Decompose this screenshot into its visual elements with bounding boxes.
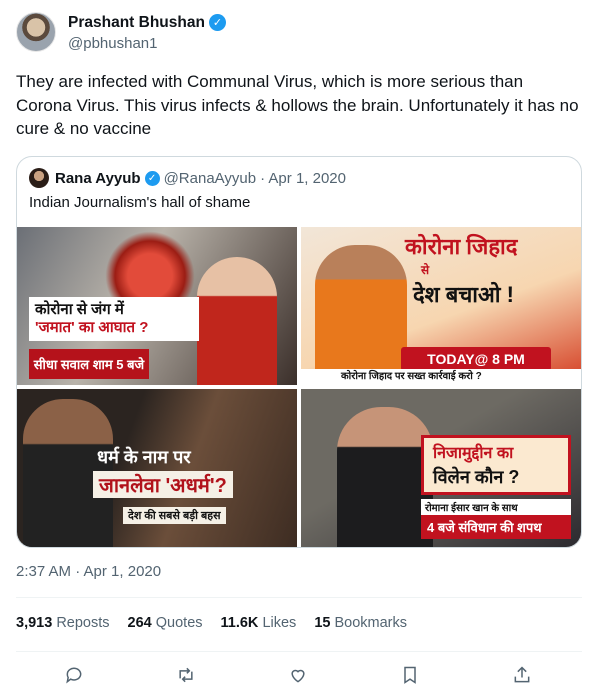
share-icon[interactable]	[509, 662, 535, 688]
verified-badge-icon: ✓	[208, 14, 226, 31]
reposts-count: 3,913	[16, 615, 53, 631]
image-1-caption: कोरोना से जंग में 'जमात' का आघात ?	[29, 297, 199, 341]
repost-icon[interactable]	[173, 662, 199, 688]
author-names: Prashant Bhushan ✓ @pbhushan1	[68, 13, 226, 52]
author-avatar[interactable]	[16, 12, 56, 52]
likes-stat[interactable]: 11.6K Likes	[221, 615, 297, 631]
quotes-label: Quotes	[155, 615, 203, 631]
tweet-header: Prashant Bhushan ✓ @pbhushan1	[16, 12, 226, 52]
image-4-badge: 4 बजे संविधान की शपथ	[421, 515, 571, 539]
likes-count: 11.6K	[220, 615, 259, 631]
image-2-ticker: कोरोना जिहाद पर सख्त कार्रवाई करो ?	[301, 369, 581, 385]
quoted-tweet[interactable]: Rana Ayyub ✓ @RanaAyyub · Apr 1, 2020 In…	[16, 156, 582, 548]
likes-label: Likes	[262, 615, 297, 631]
news-anchor-figure	[197, 257, 277, 385]
image-2-line2: से	[421, 263, 430, 277]
image-3-line2: जानलेवा 'अधर्म'?	[93, 471, 233, 498]
image-2-line1: कोरोना जिहाद	[405, 234, 518, 259]
like-icon[interactable]	[285, 662, 311, 688]
quotes-count: 264	[127, 615, 152, 631]
bookmarks-stat[interactable]: 15 Bookmarks	[314, 615, 407, 631]
bookmarks-count: 15	[314, 615, 331, 631]
reply-icon[interactable]	[61, 662, 87, 688]
image-1-line2: 'जमात' का आघात ?	[35, 319, 149, 336]
quoted-date: · Apr 1, 2020	[260, 169, 346, 187]
news-anchor-figure	[337, 407, 433, 547]
bookmarks-label: Bookmarks	[334, 615, 408, 631]
image-3-line3: देश की सबसे बड़ी बहस	[123, 507, 226, 524]
reposts-stat[interactable]: 3,913 Reposts	[16, 615, 110, 631]
divider	[16, 597, 582, 598]
quoted-image-4[interactable]: निजामुद्दीन का विलेन कौन ? रोमाना ईसार ख…	[301, 389, 581, 547]
author-handle[interactable]: @pbhushan1	[68, 35, 226, 52]
tweet-text: They are infected with Communal Virus, w…	[16, 72, 579, 138]
reposts-label: Reposts	[56, 615, 110, 631]
author-name-row: Prashant Bhushan ✓	[68, 13, 226, 33]
quoted-image-3[interactable]: धर्म के नाम पर जानलेवा 'अधर्म'? देश की स…	[17, 389, 297, 547]
quoted-image-grid: कोरोना से जंग में 'जमात' का आघात ? सीधा …	[17, 227, 581, 547]
image-1-line1: कोरोना से जंग में	[35, 301, 124, 318]
action-bar	[0, 660, 598, 690]
quoted-text: Indian Journalism's hall of shame	[29, 194, 251, 211]
quoted-author-handle: @RanaAyyub	[163, 169, 257, 187]
bookmark-icon[interactable]	[397, 662, 423, 688]
image-2-line3: देश बचाओ !	[413, 282, 514, 307]
quoted-avatar	[29, 168, 49, 188]
tweet-timestamp[interactable]: 2:37 AM · Apr 1, 2020	[16, 563, 161, 580]
divider	[16, 651, 582, 652]
image-1-logo: सीधा सवाल शाम 5 बजे	[29, 349, 149, 379]
image-3-line1: धर्म के नाम पर	[97, 447, 191, 467]
quotes-stat[interactable]: 264 Quotes	[128, 615, 203, 631]
image-4-line1: निजामुद्दीन का	[433, 445, 514, 462]
quoted-image-1[interactable]: कोरोना से जंग में 'जमात' का आघात ? सीधा …	[17, 227, 297, 385]
news-anchor-figure	[315, 245, 407, 375]
quoted-image-2[interactable]: कोरोना जिहाद से देश बचाओ ! TODAY@ 8 PM क…	[301, 227, 581, 385]
engagement-stats: 3,913 Reposts 264 Quotes 11.6K Likes 15 …	[16, 615, 425, 631]
quoted-author-name: Rana Ayyub	[55, 169, 141, 187]
image-2-badge: TODAY@ 8 PM	[401, 347, 551, 371]
quoted-header: Rana Ayyub ✓ @RanaAyyub · Apr 1, 2020	[29, 168, 346, 188]
image-4-line2: विलेन कौन ?	[433, 467, 520, 487]
author-name[interactable]: Prashant Bhushan	[68, 14, 205, 32]
verified-badge-icon: ✓	[144, 170, 160, 186]
image-4-line3: रोमाना ईसार खान के साथ	[421, 499, 571, 515]
